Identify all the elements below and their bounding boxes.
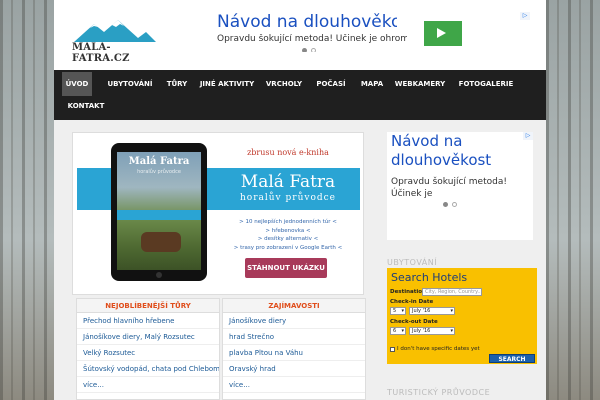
carousel-dot[interactable] bbox=[452, 202, 457, 207]
tourist-guide-heading: TURISTICKÝ PRŮVODCE bbox=[387, 388, 491, 397]
list-item[interactable]: Jánošíkove diery, Malý Rozsutec bbox=[77, 329, 219, 345]
list-item[interactable]: hrad Strečno bbox=[223, 329, 365, 345]
list-item[interactable]: Jánošíkove diery bbox=[223, 313, 365, 329]
nav-item-fotogalerie[interactable]: FOTOGALERIE bbox=[454, 72, 518, 96]
promo-bullet: > 10 nejlepších jednodenních túr < bbox=[239, 219, 337, 225]
background-forest-right bbox=[546, 0, 600, 400]
main-navigation: ÚVOD UBYTOVÁNÍ TŮRY JINÉ AKTIVITY VRCHOL… bbox=[54, 70, 546, 120]
more-link[interactable]: více... bbox=[77, 377, 219, 393]
promo-bullet: > trasy pro zobrazení v Google Earth < bbox=[233, 244, 343, 251]
ad-arrow-button[interactable] bbox=[424, 21, 462, 46]
main-content: Malá Fatra horalův průvodce zbrusu nová … bbox=[54, 120, 546, 400]
nav-item-vrcholy[interactable]: VRCHOLY bbox=[262, 72, 306, 96]
ad-carousel-dots bbox=[443, 200, 461, 209]
hotel-search-title: Search Hotels bbox=[391, 271, 468, 284]
ad-info-icon[interactable]: ▷ bbox=[523, 132, 533, 140]
tablet-book-subtitle: horalův průvodce bbox=[137, 169, 181, 175]
list-item[interactable]: Přechod hlavního hřebene bbox=[77, 313, 219, 329]
nav-item-webkamery[interactable]: WEBKAMERY bbox=[392, 72, 448, 96]
checkout-day-select[interactable]: 6 bbox=[390, 327, 406, 335]
carousel-dot-active[interactable] bbox=[302, 48, 307, 52]
nav-item-tury[interactable]: TŮRY bbox=[162, 72, 192, 96]
cow-image bbox=[141, 232, 181, 252]
header: MALA-FATRA.CZ Návod na dlouhověkost Opra… bbox=[54, 0, 546, 70]
more-link[interactable]: více... bbox=[223, 377, 365, 393]
carousel-dot-active[interactable] bbox=[443, 202, 448, 207]
page-container: MALA-FATRA.CZ Návod na dlouhověkost Opra… bbox=[54, 0, 546, 400]
attractions-box: ZAJÍMAVOSTI Jánošíkove diery hrad Strečn… bbox=[222, 298, 366, 400]
ad-description: Opravdu šokující metoda! Účinek je ohrom… bbox=[217, 34, 407, 44]
nav-item-pocasi[interactable]: POČASÍ bbox=[310, 72, 352, 96]
nav-item-ubytovani[interactable]: UBYTOVÁNÍ bbox=[100, 72, 160, 96]
no-dates-label: I don't have specific dates yet bbox=[397, 346, 480, 352]
checkin-month-select[interactable]: July '16 bbox=[409, 307, 455, 315]
promo-kicker: zbrusu nová e-kniha bbox=[247, 148, 329, 157]
download-sample-button[interactable]: STÁHNOUT UKÁZKU bbox=[245, 258, 327, 278]
checkout-month-select[interactable]: July '16 bbox=[409, 327, 455, 335]
site-logo-text: MALA-FATRA.CZ bbox=[72, 42, 130, 64]
popular-trips-box: NEJOBLÍBENĚJŠÍ TŮRY Přechod hlavního hře… bbox=[76, 298, 220, 400]
checkin-day-select[interactable]: 5 bbox=[390, 307, 406, 315]
attractions-heading: ZAJÍMAVOSTI bbox=[223, 299, 365, 313]
promo-title: Malá Fatra bbox=[240, 172, 336, 192]
ad-description: Opravdu šokující metoda! Účinek je bbox=[391, 177, 507, 199]
promo-subtitle: horalův průvodce bbox=[240, 193, 336, 203]
carousel-dot[interactable] bbox=[311, 48, 316, 52]
accommodation-heading: UBYTOVÁNÍ bbox=[387, 258, 438, 267]
popular-trips-heading: NEJOBLÍBENĚJŠÍ TŮRY bbox=[77, 299, 219, 313]
sidebar-ad[interactable]: Návod na dlouhověkost Opravdu šokující m… bbox=[387, 132, 533, 240]
top-banner-ad[interactable]: Návod na dlouhověkost Opravdu šokující m… bbox=[214, 12, 530, 52]
background-forest-left bbox=[0, 0, 54, 400]
hotel-search-button[interactable]: SEARCH bbox=[489, 354, 535, 363]
list-item[interactable]: plavba Pltou na Váhu bbox=[223, 345, 365, 361]
nav-item-kontakt[interactable]: KONTAKT bbox=[66, 94, 106, 118]
tablet-image: Malá Fatra horalův průvodce bbox=[111, 143, 207, 281]
tablet-band bbox=[117, 210, 201, 220]
hotel-search-widget: Search Hotels Destination City, Region, … bbox=[387, 268, 537, 364]
checkout-label: Check-out Date bbox=[390, 319, 438, 325]
destination-label: Destination bbox=[390, 289, 426, 295]
tablet-book-title: Malá Fatra bbox=[128, 156, 190, 167]
promo-bullet: > hřebenovka < bbox=[265, 227, 311, 234]
ad-carousel-dots bbox=[302, 46, 320, 52]
mountain-logo-icon bbox=[74, 20, 156, 42]
ad-info-icon[interactable]: ▷ bbox=[520, 12, 530, 20]
tablet-screen: Malá Fatra horalův průvodce bbox=[117, 152, 201, 270]
site-logo[interactable]: MALA-FATRA.CZ bbox=[72, 18, 162, 64]
nav-item-uvod[interactable]: ÚVOD bbox=[62, 72, 92, 96]
checkin-label: Check-in Date bbox=[390, 299, 434, 305]
ad-title[interactable]: Návod na dlouhověkost bbox=[217, 12, 397, 32]
destination-input[interactable]: City, Region, Country... bbox=[422, 288, 482, 296]
no-dates-checkbox[interactable] bbox=[390, 347, 395, 352]
promo-bullet-list: > 10 nejlepších jednodenních túr < > hře… bbox=[213, 218, 363, 252]
list-item[interactable]: Velký Rozsutec bbox=[77, 345, 219, 361]
nav-item-jine-aktivity[interactable]: JINÉ AKTIVITY bbox=[196, 72, 258, 96]
tablet-home-button bbox=[156, 272, 162, 278]
nav-item-mapa[interactable]: MAPA bbox=[356, 72, 388, 96]
list-item[interactable]: Oravský hrad bbox=[223, 361, 365, 377]
ebook-promo-banner[interactable]: Malá Fatra horalův průvodce zbrusu nová … bbox=[72, 132, 364, 295]
promo-bullet: > desítky alternativ < bbox=[257, 236, 319, 242]
list-item[interactable]: Šútovský vodopád, chata pod Chlebom bbox=[77, 361, 219, 377]
ad-title[interactable]: Návod na dlouhověkost bbox=[391, 132, 531, 170]
